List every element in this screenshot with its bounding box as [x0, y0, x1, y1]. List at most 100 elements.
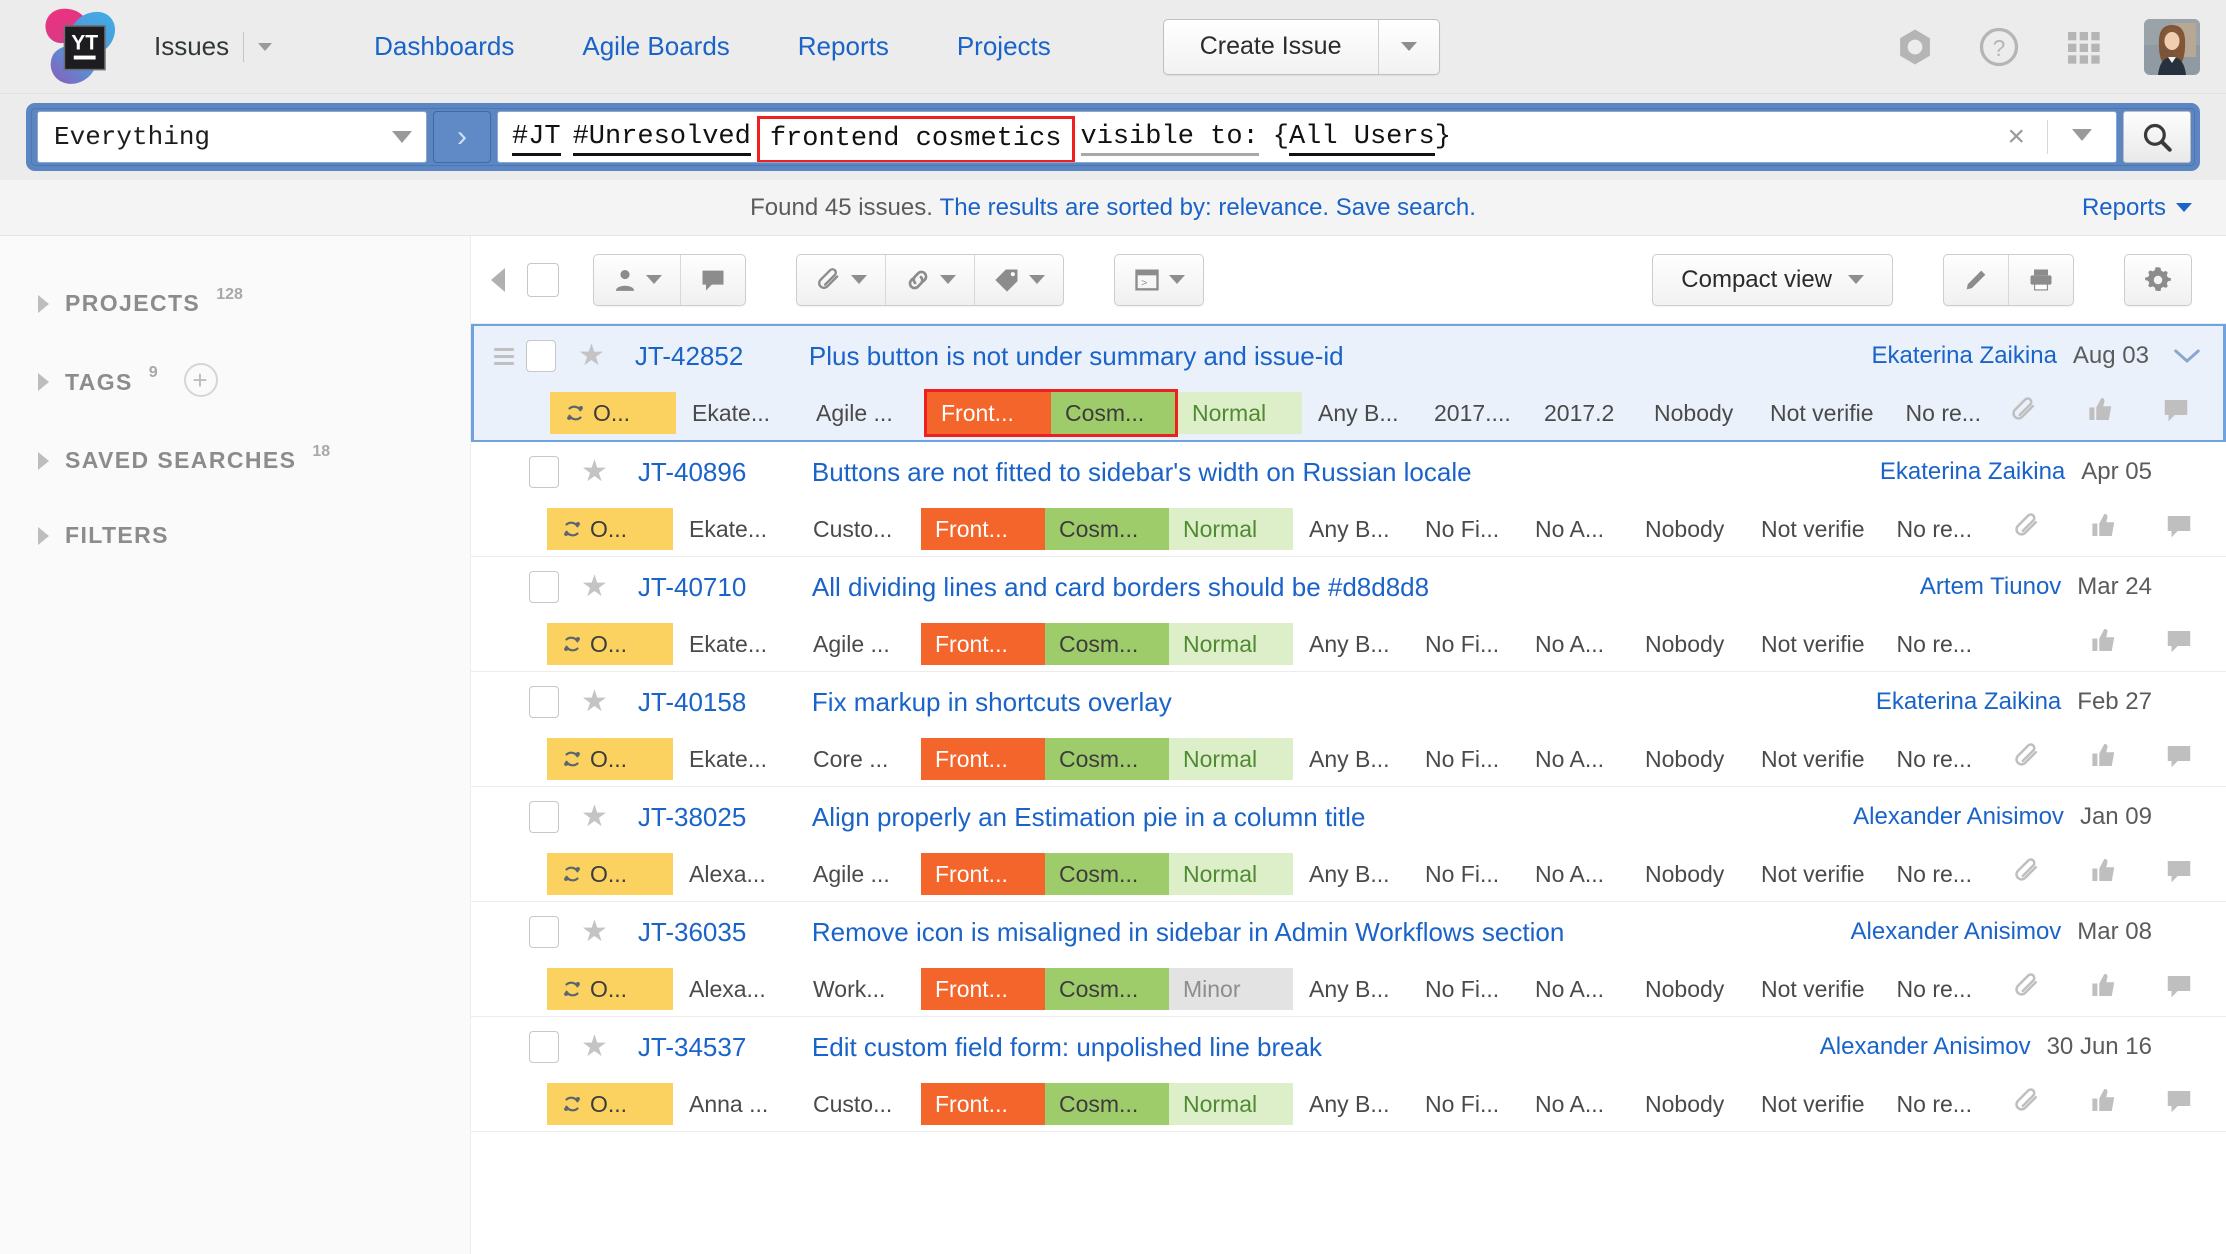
- field-affected-version[interactable]: No Fi...: [1409, 738, 1519, 780]
- issue-summary-link[interactable]: All dividing lines and card borders shou…: [812, 572, 1429, 603]
- field-type[interactable]: Front...: [921, 623, 1045, 665]
- comment-count-icon[interactable]: [2161, 395, 2191, 431]
- select-all-checkbox[interactable]: [527, 263, 559, 297]
- field-state[interactable]: O...: [550, 392, 676, 434]
- field-priority[interactable]: Normal: [1169, 853, 1293, 895]
- field-type[interactable]: Front...: [921, 853, 1045, 895]
- row-checkbox[interactable]: [529, 801, 559, 833]
- field-subsystem[interactable]: Agile ...: [797, 853, 921, 895]
- search-clear-button[interactable]: ×: [1985, 120, 2047, 154]
- query-token-keywords[interactable]: frontend cosmetics: [757, 116, 1075, 163]
- field-category[interactable]: Cosm...: [1045, 968, 1169, 1010]
- query-token-all-users[interactable]: {All Users}: [1273, 122, 1451, 152]
- comment-button[interactable]: [681, 255, 745, 305]
- star-icon[interactable]: ★: [581, 802, 608, 832]
- field-verified[interactable]: Not verifie: [1745, 1083, 1881, 1125]
- field-fixed-by[interactable]: Nobody: [1629, 1083, 1745, 1125]
- star-icon[interactable]: ★: [581, 917, 608, 947]
- assignee-button[interactable]: [594, 255, 681, 305]
- field-fixed-by[interactable]: Nobody: [1629, 623, 1745, 665]
- field-assignee[interactable]: Ekate...: [673, 738, 797, 780]
- nav-item-dashboards[interactable]: Dashboards: [340, 31, 548, 62]
- field-fixed-by[interactable]: Nobody: [1629, 968, 1745, 1010]
- table-row[interactable]: ★ JT-40896 Buttons are not fitted to sid…: [471, 442, 2226, 557]
- issue-summary-link[interactable]: Align properly an Estimation pie in a co…: [812, 802, 1366, 833]
- field-verified[interactable]: Not verifie: [1745, 623, 1881, 665]
- issue-id-link[interactable]: JT-42852: [635, 341, 785, 372]
- field-category[interactable]: Cosm...: [1045, 853, 1169, 895]
- vote-button[interactable]: [2088, 971, 2118, 1007]
- search-history-dropdown-button[interactable]: [2048, 128, 2116, 146]
- field-state[interactable]: O...: [547, 853, 673, 895]
- field-assignee[interactable]: Ekate...: [673, 508, 797, 550]
- field-type[interactable]: Front...: [921, 508, 1045, 550]
- star-icon[interactable]: ★: [578, 341, 605, 371]
- field-fix-version[interactable]: No A...: [1519, 968, 1629, 1010]
- field-state[interactable]: O...: [547, 1083, 673, 1125]
- table-row[interactable]: ★ JT-34537 Edit custom field form: unpol…: [471, 1017, 2226, 1132]
- youtrack-logo[interactable]: YT: [24, 0, 136, 94]
- star-icon[interactable]: ★: [581, 687, 608, 717]
- nav-item-reports[interactable]: Reports: [764, 31, 923, 62]
- field-state[interactable]: O...: [547, 623, 673, 665]
- field-verified[interactable]: Not verifie: [1745, 508, 1881, 550]
- vote-button[interactable]: [2088, 511, 2118, 547]
- print-button[interactable]: [2009, 255, 2073, 305]
- row-checkbox[interactable]: [529, 456, 559, 488]
- query-token-visible-to[interactable]: visible to:: [1081, 122, 1259, 156]
- vote-button[interactable]: [2085, 395, 2115, 431]
- field-fixed-by[interactable]: Nobody: [1629, 853, 1745, 895]
- field-browser[interactable]: Any B...: [1293, 623, 1409, 665]
- tag-button[interactable]: [975, 255, 1063, 305]
- issue-reporter[interactable]: Ekaterina Zaikina: [1876, 688, 2061, 716]
- issue-reporter[interactable]: Alexander Anisimov: [1853, 803, 2064, 831]
- field-affected-version[interactable]: No Fi...: [1409, 968, 1519, 1010]
- field-verified[interactable]: Not verifie: [1745, 968, 1881, 1010]
- collapse-sidebar-button[interactable]: [491, 268, 505, 292]
- field-state[interactable]: O...: [547, 738, 673, 780]
- row-checkbox[interactable]: [529, 1031, 559, 1063]
- field-browser[interactable]: Any B...: [1293, 853, 1409, 895]
- row-checkbox[interactable]: [529, 686, 559, 718]
- issue-reporter[interactable]: Alexander Anisimov: [1820, 1033, 2031, 1061]
- field-fix-version[interactable]: No A...: [1519, 1083, 1629, 1125]
- issue-id-link[interactable]: JT-38025: [638, 802, 788, 833]
- issue-id-link[interactable]: JT-36035: [638, 917, 788, 948]
- row-checkbox[interactable]: [529, 571, 559, 603]
- table-row[interactable]: ★ JT-42852 Plus button is not under summ…: [471, 324, 2226, 442]
- comment-count-icon[interactable]: [2164, 626, 2194, 662]
- avatar[interactable]: [2144, 19, 2200, 75]
- vote-button[interactable]: [2088, 1086, 2118, 1122]
- query-token-unresolved[interactable]: #Unresolved: [573, 122, 751, 156]
- field-priority[interactable]: Minor: [1169, 968, 1293, 1010]
- apps-grid-icon[interactable]: [2060, 24, 2106, 70]
- field-subsystem[interactable]: Work...: [797, 968, 921, 1010]
- expand-row-button[interactable]: [2165, 347, 2209, 365]
- field-fix-version[interactable]: 2017.2: [1528, 392, 1638, 434]
- field-browser[interactable]: Any B...: [1293, 1083, 1409, 1125]
- field-assignee[interactable]: Alexa...: [673, 968, 797, 1010]
- table-row[interactable]: ★ JT-40710 All dividing lines and card b…: [471, 557, 2226, 672]
- field-priority[interactable]: Normal: [1178, 392, 1302, 434]
- attachment-button[interactable]: [797, 255, 886, 305]
- issue-reporter[interactable]: Ekaterina Zaikina: [1880, 458, 2065, 486]
- add-tag-button[interactable]: +: [184, 363, 218, 397]
- field-verified[interactable]: Not verifie: [1745, 738, 1881, 780]
- field-fixed-by[interactable]: Nobody: [1638, 392, 1754, 434]
- chevron-down-icon[interactable]: [258, 43, 272, 51]
- field-assignee[interactable]: Ekate...: [676, 392, 800, 434]
- star-icon[interactable]: ★: [581, 457, 608, 487]
- field-affected-version[interactable]: No Fi...: [1409, 623, 1519, 665]
- search-query-input[interactable]: #JT #Unresolved frontend cosmetics visib…: [497, 111, 2117, 163]
- issue-id-link[interactable]: JT-34537: [638, 1032, 788, 1063]
- search-context-go-button[interactable]: ›: [433, 111, 491, 163]
- sort-order-link[interactable]: The results are sorted by: relevance.: [940, 194, 1330, 222]
- field-priority[interactable]: Normal: [1169, 623, 1293, 665]
- field-subsystem[interactable]: Core ...: [797, 738, 921, 780]
- field-verified[interactable]: Not verifie: [1745, 853, 1881, 895]
- field-reviewed[interactable]: No re...: [1881, 1083, 1988, 1125]
- sidebar-item-filters[interactable]: FILTERS: [0, 498, 470, 573]
- field-affected-version[interactable]: No Fi...: [1409, 508, 1519, 550]
- sidebar-item-projects[interactable]: PROJECTS 128: [0, 266, 470, 341]
- field-subsystem[interactable]: Agile ...: [800, 392, 924, 434]
